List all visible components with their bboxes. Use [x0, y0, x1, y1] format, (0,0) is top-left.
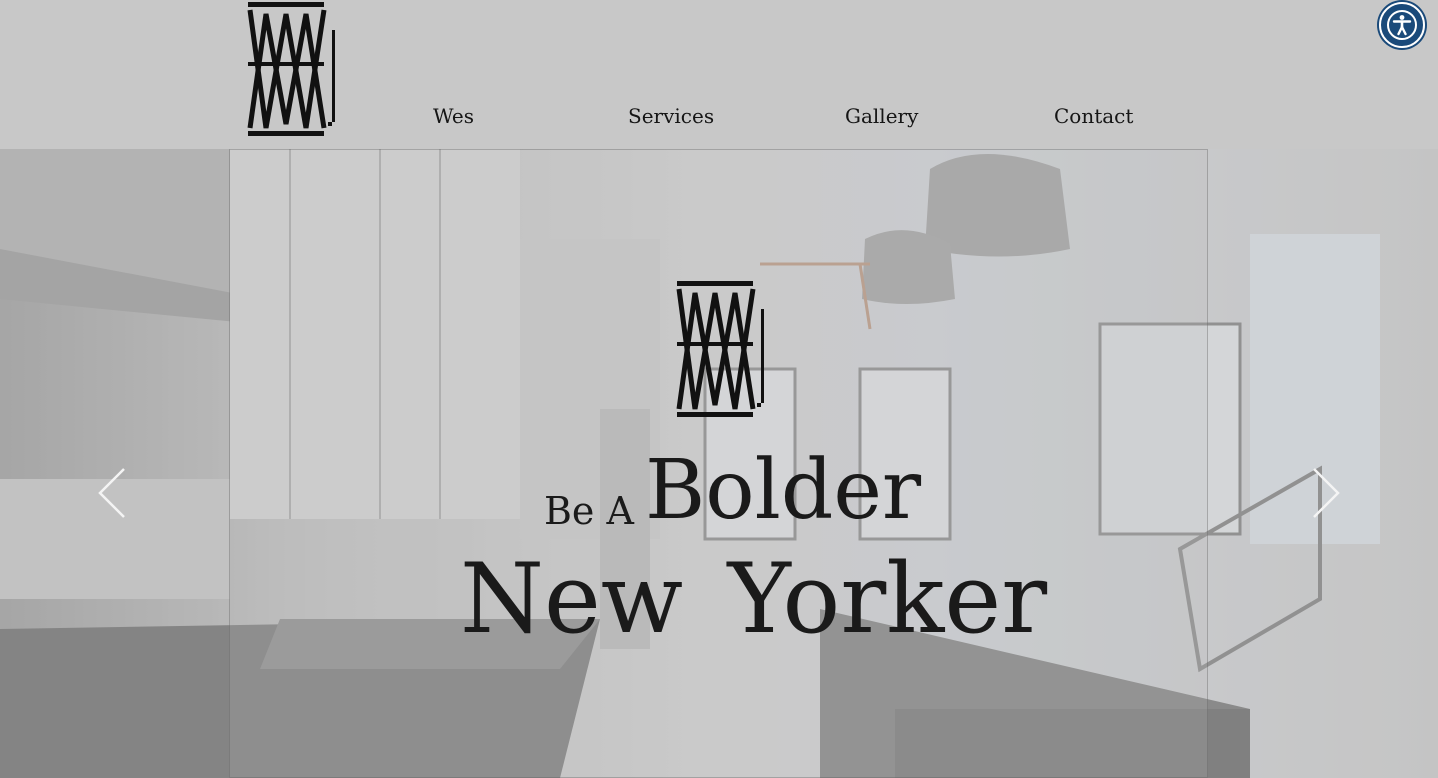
hero-tagline-small: Be A — [544, 489, 634, 533]
nav-services[interactable]: Services — [628, 104, 714, 128]
chevron-left-icon — [98, 468, 125, 518]
nav-wes[interactable]: Wes — [433, 104, 474, 128]
nav-contact[interactable]: Contact — [1054, 104, 1133, 128]
site-header: Wes Services Gallery Contact — [0, 0, 1438, 149]
accessibility-icon — [1387, 10, 1417, 40]
main-nav: Wes Services Gallery Contact — [0, 104, 1438, 132]
accessibility-button[interactable] — [1379, 2, 1425, 48]
hero-tagline-big: Bolder — [645, 443, 922, 538]
chevron-right-icon — [1313, 468, 1340, 518]
hero-logo-icon — [676, 281, 764, 417]
slider-next-button[interactable] — [1308, 465, 1344, 521]
hero-tagline-line2: New Yorker — [460, 543, 1048, 655]
slider-prev-button[interactable] — [94, 465, 130, 521]
nav-gallery[interactable]: Gallery — [845, 104, 918, 128]
hero-slider: Be A Bolder New Yorker — [0, 149, 1438, 778]
